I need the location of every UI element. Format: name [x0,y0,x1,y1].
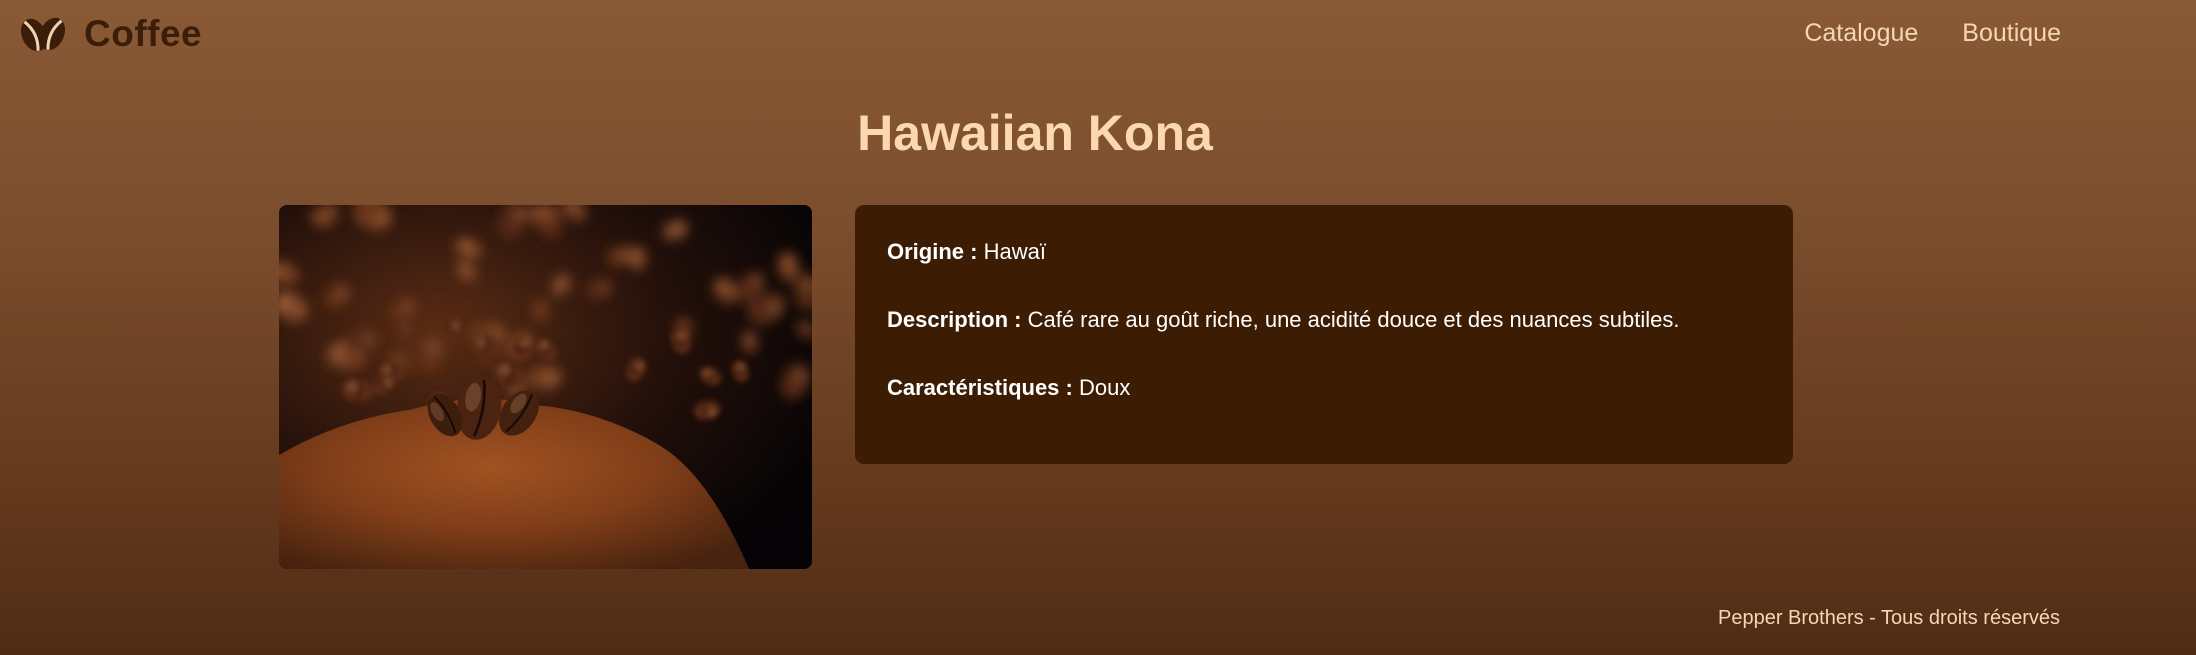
description-value: Café rare au goût riche, une acidité dou… [1027,307,1680,332]
nav-link-catalogue[interactable]: Catalogue [1804,19,1918,48]
characteristics-label: Caractéristiques : [887,375,1073,400]
page-title: Hawaiian Kona [857,105,1213,161]
nav-link-boutique[interactable]: Boutique [1962,19,2061,48]
coffee-beans-icon [18,14,70,54]
origin-line: Origine : Hawaï [887,233,1793,271]
coffee-beans-photo [279,205,812,569]
characteristics-value: Doux [1078,375,1131,400]
footer-copyright: Pepper Brothers - Tous droits réservés [1717,607,2060,629]
description-label: Description : [887,307,1022,332]
origin-value: Hawaï [983,239,1046,264]
description-line: Description : Café rare au goût riche, u… [887,301,1793,339]
nav-links: Catalogue Boutique [1804,19,2061,48]
brand-logo-link[interactable]: Coffee [18,13,202,55]
product-image [279,205,812,569]
product-info-card: Origine : Hawaï Description : Café rare … [855,205,1793,464]
origin-label: Origine : [887,239,978,264]
brand-name: Coffee [84,13,203,54]
navbar: Coffee Catalogue Boutique [0,0,2196,70]
characteristics-line: Caractéristiques : Doux [887,369,1793,407]
coffee-bean-shape [418,336,443,371]
